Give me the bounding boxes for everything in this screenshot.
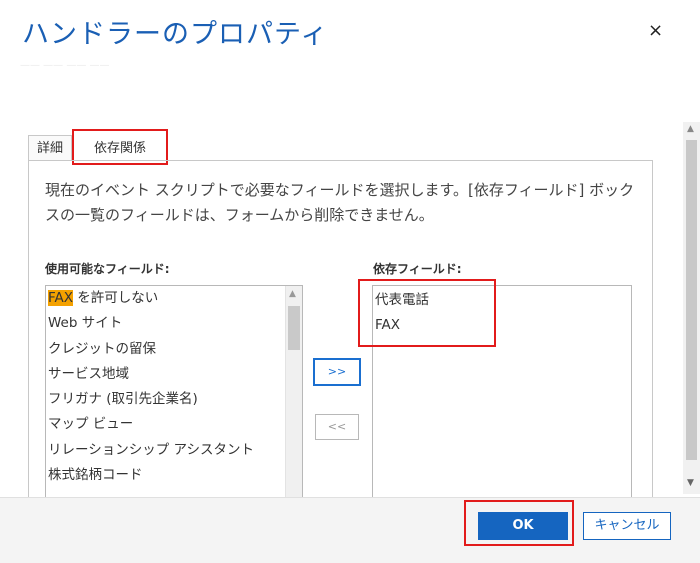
add-field-button[interactable]: >>: [313, 358, 361, 386]
scroll-down-icon[interactable]: ▼: [687, 478, 694, 488]
available-fields-label: 使用可能なフィールド:: [45, 262, 170, 276]
close-icon[interactable]: ×: [648, 20, 663, 41]
field-name-rest: を許可しない: [73, 290, 159, 306]
list-item[interactable]: クレジットの留保: [46, 337, 302, 362]
faint-subtitle: —— —— —— ——: [20, 60, 110, 71]
list-item[interactable]: リレーションシップ アシスタント: [46, 438, 302, 463]
scroll-up-icon[interactable]: ▲: [289, 289, 296, 299]
scroll-up-icon[interactable]: ▲: [687, 124, 694, 134]
list-item[interactable]: Web サイト: [46, 311, 302, 336]
cancel-button[interactable]: キャンセル: [583, 512, 671, 540]
scrollbar-thumb[interactable]: [686, 140, 697, 460]
dependencies-description: 現在のイベント スクリプトで必要なフィールドを選択します。[依存フィールド] ボ…: [45, 181, 635, 224]
panel-border-left: [28, 160, 29, 500]
page-scrollbar[interactable]: ▲ ▼: [683, 122, 700, 494]
list-item[interactable]: 株式銘柄コード: [46, 463, 302, 488]
available-fields-listbox[interactable]: FAX を許可しない Web サイト クレジットの留保 サービス地域 フリガナ …: [45, 285, 303, 500]
list-item[interactable]: フリガナ (取引先企業名): [46, 387, 302, 412]
panel-border-right: [652, 160, 653, 500]
dependent-fields-label: 依存フィールド:: [373, 262, 462, 276]
list-item[interactable]: マップ ビュー: [46, 412, 302, 437]
scrollbar-thumb[interactable]: [288, 306, 300, 350]
list-item[interactable]: サービス地域: [46, 362, 302, 387]
field-name-highlight: FAX: [48, 290, 74, 306]
listbox-scrollbar[interactable]: ▲: [285, 286, 302, 499]
dependent-highlight-frame: [358, 279, 496, 347]
tab-divider: [28, 160, 653, 161]
list-item[interactable]: FAX を許可しない: [46, 286, 302, 311]
tab-details[interactable]: 詳細: [28, 135, 72, 161]
dialog-title: ハンドラーのプロパティ: [22, 19, 329, 50]
ok-highlight-frame: [464, 500, 574, 546]
remove-field-button[interactable]: <<: [315, 414, 359, 440]
